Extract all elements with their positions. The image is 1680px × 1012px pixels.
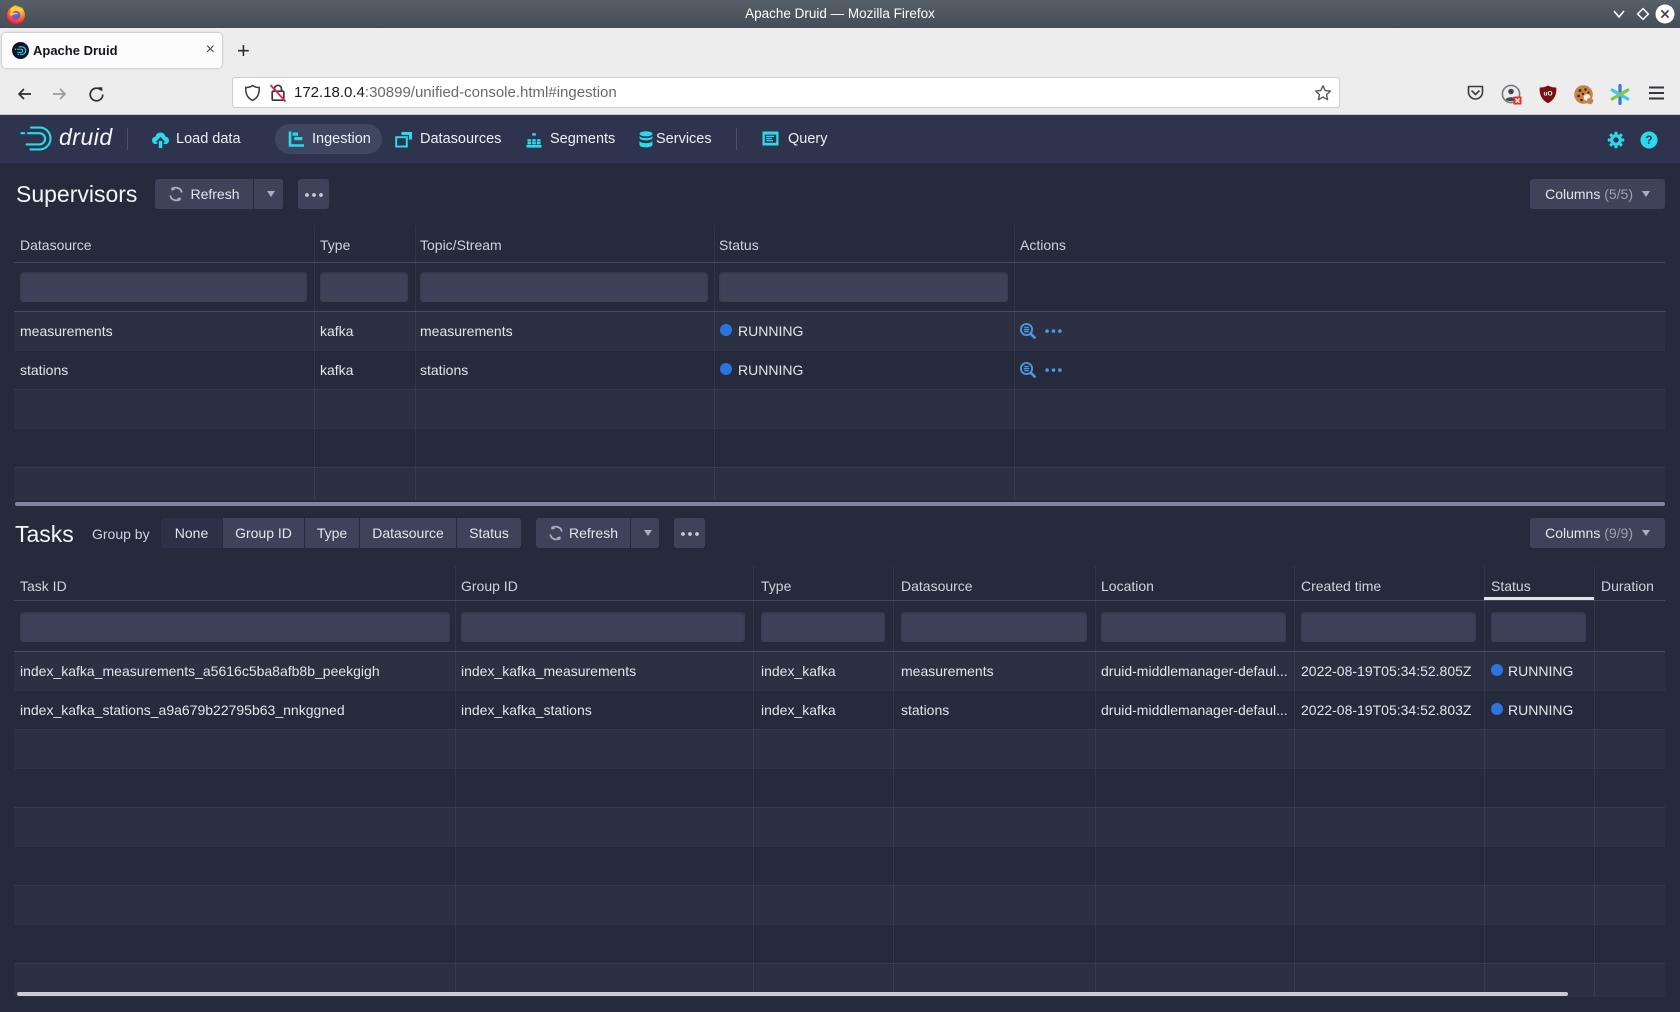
svg-text:uO: uO [1543,91,1552,98]
svg-text:?: ? [1645,134,1652,147]
